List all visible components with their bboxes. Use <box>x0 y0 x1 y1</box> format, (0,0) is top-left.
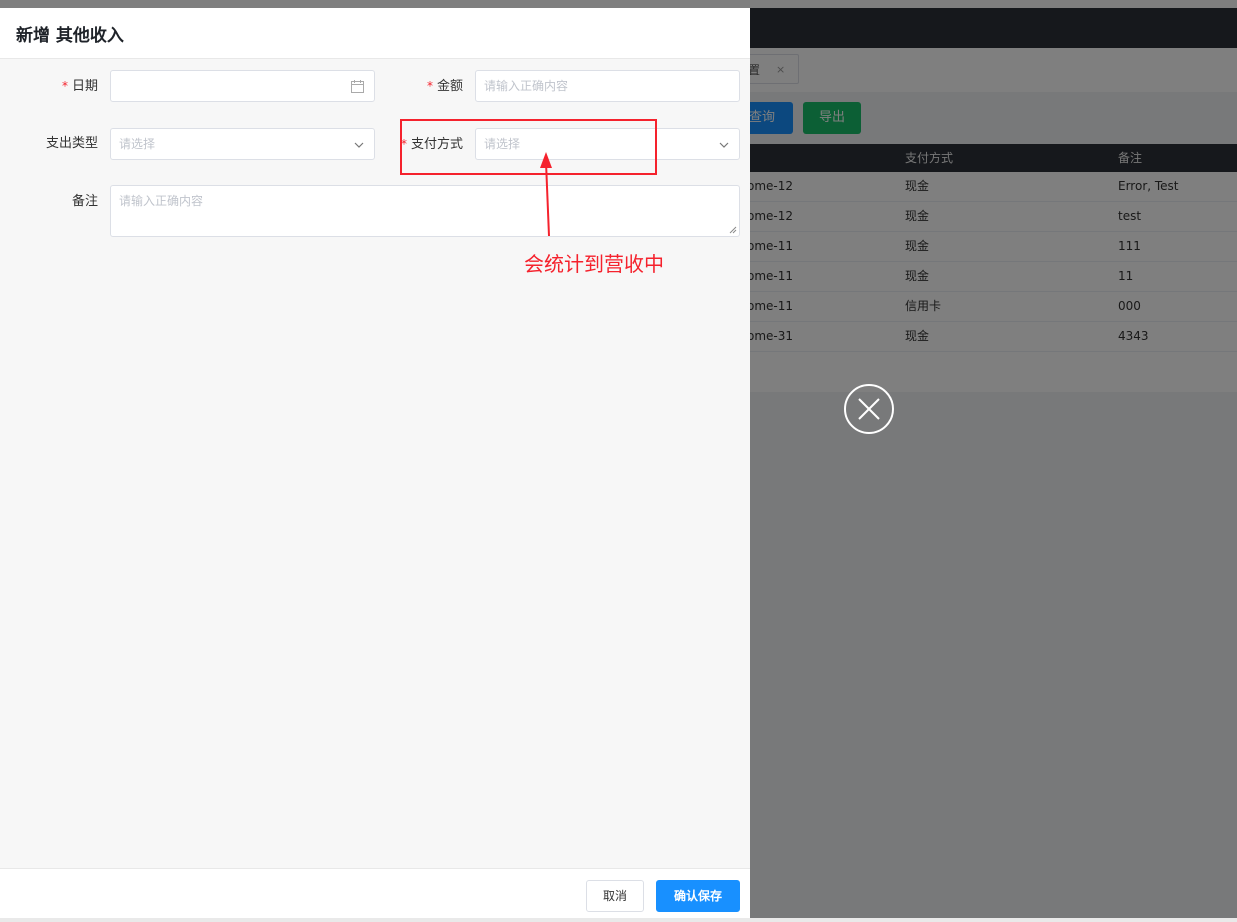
page-bottom-edge <box>0 918 1237 922</box>
annotation-text: 会统计到营收中 <box>524 252 664 276</box>
annotation-arrow-icon <box>540 152 552 237</box>
